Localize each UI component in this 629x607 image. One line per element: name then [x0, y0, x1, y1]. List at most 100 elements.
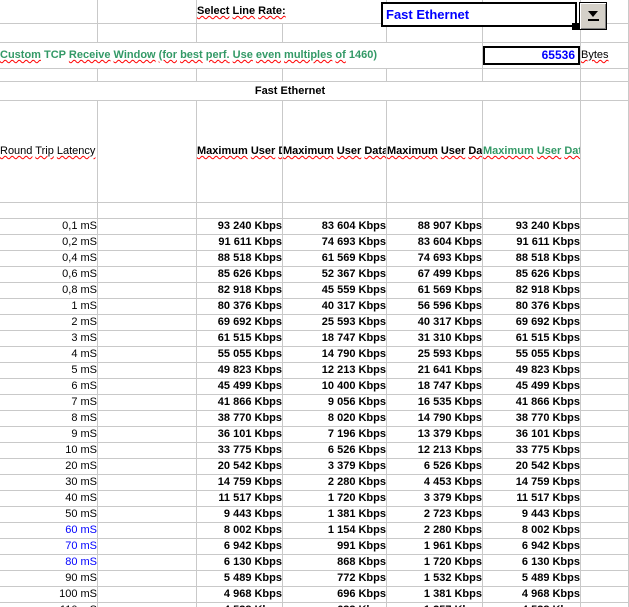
throughput-winnt-cell[interactable]: 8 020 Kbps: [283, 411, 387, 427]
throughput-winnt-cell[interactable]: 9 056 Kbps: [283, 395, 387, 411]
empty-cell[interactable]: [283, 203, 387, 219]
throughput-64kb-cell[interactable]: 55 055 Kbps: [197, 347, 283, 363]
empty-cell[interactable]: [98, 203, 197, 219]
throughput-64kb-cell[interactable]: 69 692 Kbps: [197, 315, 283, 331]
throughput-64kb-cell[interactable]: 20 542 Kbps: [197, 459, 283, 475]
throughput-winnt-cell[interactable]: 83 604 Kbps: [283, 219, 387, 235]
empty-cell[interactable]: [98, 555, 197, 571]
throughput-winnt-cell[interactable]: 12 213 Kbps: [283, 363, 387, 379]
empty-cell[interactable]: [0, 24, 98, 43]
throughput-custom-cell[interactable]: 6 942 Kbps: [483, 539, 581, 555]
latency-cell[interactable]: 40 mS: [0, 491, 98, 507]
throughput-win2k-cell[interactable]: 21 641 Kbps: [387, 363, 483, 379]
throughput-64kb-cell[interactable]: 14 759 Kbps: [197, 475, 283, 491]
throughput-win2k-cell[interactable]: 25 593 Kbps: [387, 347, 483, 363]
throughput-winnt-cell[interactable]: 633 Kbps: [283, 603, 387, 607]
throughput-64kb-cell[interactable]: 82 918 Kbps: [197, 283, 283, 299]
empty-cell[interactable]: [581, 411, 629, 427]
throughput-64kb-cell[interactable]: 38 770 Kbps: [197, 411, 283, 427]
throughput-winnt-cell[interactable]: 1 720 Kbps: [283, 491, 387, 507]
throughput-custom-cell[interactable]: 4 538 Kbps: [483, 603, 581, 607]
throughput-winnt-cell[interactable]: 40 317 Kbps: [283, 299, 387, 315]
throughput-winnt-cell[interactable]: 6 526 Kbps: [283, 443, 387, 459]
throughput-winnt-cell[interactable]: 52 367 Kbps: [283, 267, 387, 283]
throughput-64kb-cell[interactable]: 4 968 Kbps: [197, 587, 283, 603]
throughput-win2k-cell[interactable]: 61 569 Kbps: [387, 283, 483, 299]
empty-cell[interactable]: [98, 395, 197, 411]
latency-cell[interactable]: 20 mS: [0, 459, 98, 475]
latency-cell[interactable]: 9 mS: [0, 427, 98, 443]
throughput-winnt-cell[interactable]: 868 Kbps: [283, 555, 387, 571]
empty-cell[interactable]: [98, 267, 197, 283]
empty-cell[interactable]: [98, 363, 197, 379]
empty-cell[interactable]: [98, 0, 197, 24]
empty-cell[interactable]: [98, 101, 197, 203]
latency-cell[interactable]: 0,4 mS: [0, 251, 98, 267]
empty-cell[interactable]: [98, 443, 197, 459]
throughput-win2k-cell[interactable]: 31 310 Kbps: [387, 331, 483, 347]
throughput-custom-cell[interactable]: 61 515 Kbps: [483, 331, 581, 347]
latency-cell[interactable]: 3 mS: [0, 331, 98, 347]
empty-cell[interactable]: [98, 507, 197, 523]
empty-cell[interactable]: [581, 427, 629, 443]
throughput-custom-cell[interactable]: 91 611 Kbps: [483, 235, 581, 251]
throughput-custom-cell[interactable]: 33 775 Kbps: [483, 443, 581, 459]
throughput-64kb-cell[interactable]: 85 626 Kbps: [197, 267, 283, 283]
empty-cell[interactable]: [581, 443, 629, 459]
empty-cell[interactable]: [483, 203, 581, 219]
throughput-custom-cell[interactable]: 11 517 Kbps: [483, 491, 581, 507]
dropdown-corner-handle[interactable]: [572, 23, 579, 30]
throughput-win2k-cell[interactable]: 88 907 Kbps: [387, 219, 483, 235]
latency-cell[interactable]: 60 mS: [0, 523, 98, 539]
throughput-winnt-cell[interactable]: 25 593 Kbps: [283, 315, 387, 331]
throughput-win2k-cell[interactable]: 1 257 Kbps: [387, 603, 483, 607]
empty-cell[interactable]: [98, 603, 197, 607]
throughput-custom-cell[interactable]: 85 626 Kbps: [483, 267, 581, 283]
throughput-custom-cell[interactable]: 93 240 Kbps: [483, 219, 581, 235]
empty-cell[interactable]: [581, 571, 629, 587]
throughput-64kb-cell[interactable]: 36 101 Kbps: [197, 427, 283, 443]
dropdown-arrow-button[interactable]: [579, 2, 607, 30]
throughput-64kb-cell[interactable]: 61 515 Kbps: [197, 331, 283, 347]
empty-cell[interactable]: [98, 235, 197, 251]
throughput-64kb-cell[interactable]: 8 002 Kbps: [197, 523, 283, 539]
throughput-64kb-cell[interactable]: 41 866 Kbps: [197, 395, 283, 411]
throughput-winnt-cell[interactable]: 3 379 Kbps: [283, 459, 387, 475]
empty-cell[interactable]: [581, 475, 629, 491]
empty-cell[interactable]: [581, 69, 629, 82]
throughput-custom-cell[interactable]: 41 866 Kbps: [483, 395, 581, 411]
empty-cell[interactable]: [581, 459, 629, 475]
throughput-64kb-cell[interactable]: 33 775 Kbps: [197, 443, 283, 459]
empty-cell[interactable]: [581, 491, 629, 507]
line-rate-dropdown[interactable]: Fast Ethernet: [381, 2, 577, 27]
throughput-win2k-cell[interactable]: 56 596 Kbps: [387, 299, 483, 315]
empty-cell[interactable]: [98, 475, 197, 491]
empty-cell[interactable]: [0, 69, 98, 82]
throughput-custom-cell[interactable]: 69 692 Kbps: [483, 315, 581, 331]
throughput-64kb-cell[interactable]: 45 499 Kbps: [197, 379, 283, 395]
empty-cell[interactable]: [581, 523, 629, 539]
throughput-win2k-cell[interactable]: 1 381 Kbps: [387, 587, 483, 603]
empty-cell[interactable]: [98, 299, 197, 315]
latency-cell[interactable]: 0,1 mS: [0, 219, 98, 235]
empty-cell[interactable]: [581, 315, 629, 331]
throughput-win2k-cell[interactable]: 1 961 Kbps: [387, 539, 483, 555]
empty-cell[interactable]: [581, 331, 629, 347]
empty-cell[interactable]: [0, 203, 98, 219]
throughput-winnt-cell[interactable]: 74 693 Kbps: [283, 235, 387, 251]
empty-cell[interactable]: [581, 203, 629, 219]
empty-cell[interactable]: [581, 347, 629, 363]
throughput-64kb-cell[interactable]: 11 517 Kbps: [197, 491, 283, 507]
throughput-winnt-cell[interactable]: 696 Kbps: [283, 587, 387, 603]
throughput-64kb-cell[interactable]: 4 538 Kbps: [197, 603, 283, 607]
empty-cell[interactable]: [98, 331, 197, 347]
empty-cell[interactable]: [283, 24, 387, 43]
throughput-winnt-cell[interactable]: 14 790 Kbps: [283, 347, 387, 363]
empty-cell[interactable]: [98, 251, 197, 267]
throughput-win2k-cell[interactable]: 1 720 Kbps: [387, 555, 483, 571]
empty-cell[interactable]: [98, 347, 197, 363]
throughput-winnt-cell[interactable]: 18 747 Kbps: [283, 331, 387, 347]
empty-cell[interactable]: [581, 251, 629, 267]
throughput-win2k-cell[interactable]: 40 317 Kbps: [387, 315, 483, 331]
throughput-win2k-cell[interactable]: 18 747 Kbps: [387, 379, 483, 395]
